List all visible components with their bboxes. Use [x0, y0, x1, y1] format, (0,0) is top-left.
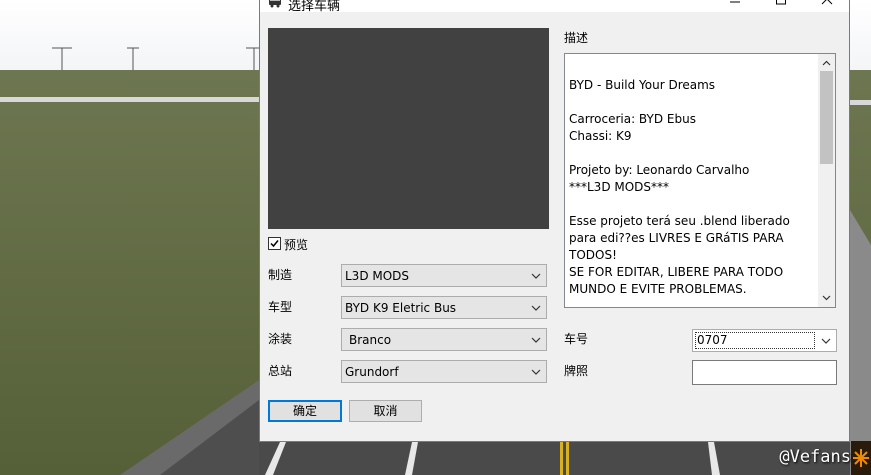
- make-dropdown[interactable]: L3D MODS: [341, 264, 547, 287]
- chevron-down-icon: [531, 305, 541, 311]
- description-label: 描述: [564, 31, 589, 45]
- bus-number-combobox[interactable]: 0707: [692, 329, 837, 352]
- cancel-button[interactable]: 取消: [349, 400, 422, 422]
- description-text: BYD - Build Your Dreams Carroceria: BYD …: [569, 78, 790, 296]
- watermark-logo: [851, 441, 871, 475]
- close-button[interactable]: [804, 0, 849, 12]
- depot-value: Grundorf: [345, 365, 399, 379]
- depot-label: 总站: [268, 364, 293, 378]
- ok-button[interactable]: 确定: [268, 400, 342, 422]
- window-title: 选择车辆: [288, 0, 341, 12]
- chevron-down-icon: [821, 338, 831, 344]
- minimize-button[interactable]: [712, 0, 758, 12]
- maximize-button[interactable]: [758, 0, 804, 12]
- scroll-up-icon[interactable]: [822, 60, 831, 66]
- chevron-down-icon: [531, 337, 541, 343]
- scroll-down-icon[interactable]: [822, 295, 831, 301]
- bus-number-label: 车号: [564, 332, 589, 346]
- minimize-icon: [730, 1, 740, 3]
- chevron-down-icon: [531, 369, 541, 375]
- model-dropdown[interactable]: BYD K9 Eletric Bus: [341, 296, 547, 319]
- plate-input[interactable]: [692, 360, 837, 385]
- scrollbar-thumb[interactable]: [820, 71, 833, 164]
- description-textarea[interactable]: BYD - Build Your Dreams Carroceria: BYD …: [564, 53, 836, 308]
- select-vehicle-dialog: 选择车辆 预览 制造 L3D MODS 车型 BYD K9 Eletric Bu…: [259, 0, 850, 442]
- checkbox-box[interactable]: [268, 237, 281, 250]
- chevron-down-icon: [531, 273, 541, 279]
- title-bar[interactable]: 选择车辆: [260, 0, 849, 12]
- make-value: L3D MODS: [345, 269, 410, 283]
- vehicle-preview: [268, 28, 549, 229]
- livery-value: Branco: [349, 333, 392, 347]
- maximize-icon: [776, 0, 786, 5]
- checkmark-icon: [270, 240, 279, 248]
- bus-number-value[interactable]: 0707: [695, 332, 815, 349]
- make-label: 制造: [268, 268, 293, 282]
- livery-label: 涂装: [268, 332, 293, 346]
- description-scrollbar[interactable]: [818, 54, 835, 307]
- close-icon: [821, 0, 833, 5]
- plate-label: 牌照: [564, 364, 589, 378]
- preview-label: 预览: [284, 238, 309, 252]
- livery-dropdown[interactable]: Branco: [341, 328, 547, 351]
- model-value: BYD K9 Eletric Bus: [345, 301, 457, 315]
- bus-icon: [268, 0, 282, 11]
- model-label: 车型: [268, 300, 293, 314]
- depot-dropdown[interactable]: Grundorf: [341, 360, 547, 383]
- watermark-text: @Vefans: [779, 447, 851, 467]
